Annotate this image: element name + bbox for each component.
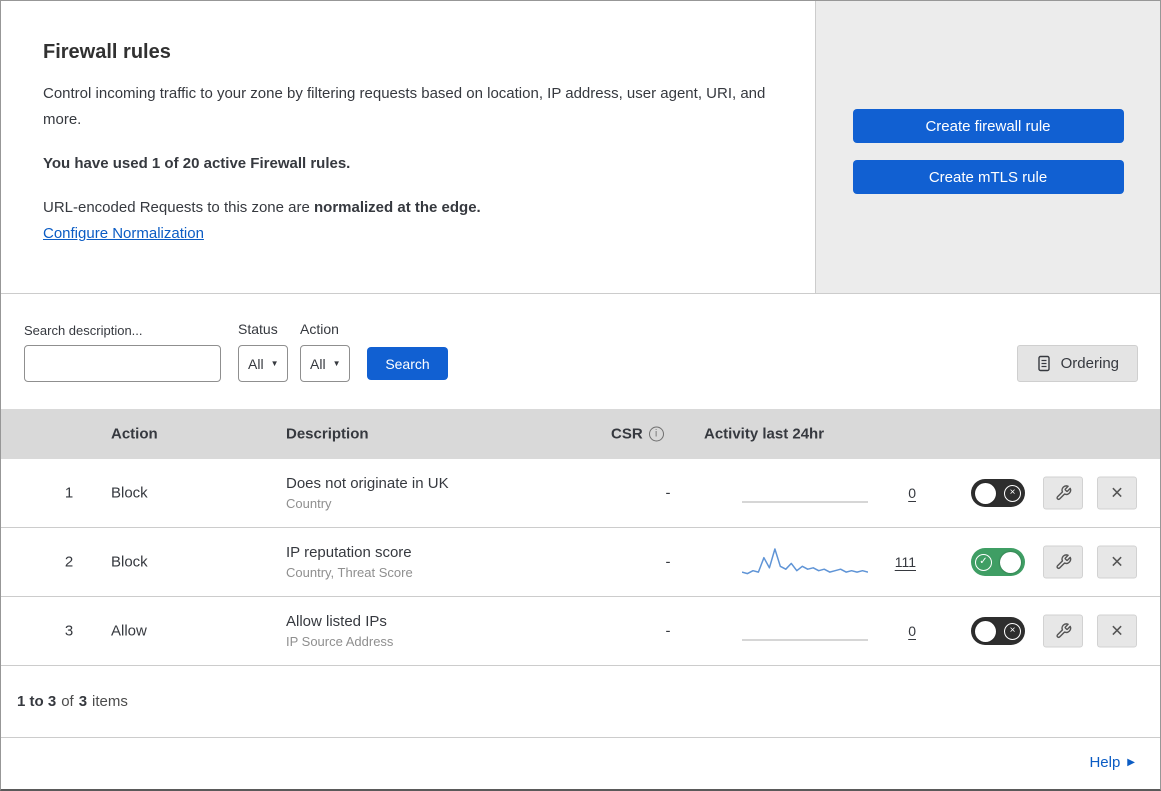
- toggle-knob: [1000, 551, 1021, 573]
- edit-rule-button[interactable]: [1043, 476, 1083, 510]
- close-icon: ×: [1110, 550, 1124, 574]
- rule-csr-value: -: [665, 622, 671, 640]
- ordering-button-label: Ordering: [1060, 355, 1119, 372]
- rule-criteria: Country, Threat Score: [286, 565, 413, 580]
- action-filter-value: All: [310, 355, 326, 372]
- rule-description: Does not originate in UK Country: [286, 475, 449, 511]
- status-filter-label: Status: [238, 321, 278, 337]
- rule-criteria: Country: [286, 496, 332, 511]
- usage-summary: You have used 1 of 20 active Firewall ru…: [43, 155, 351, 172]
- toggle-state-icon: ×: [1004, 484, 1021, 502]
- rule-description-text: Does not originate in UK: [286, 475, 449, 492]
- column-header-action: Action: [111, 425, 158, 443]
- header-text-block: Firewall rules Control incoming traffic …: [1, 1, 815, 293]
- toggle-knob: [975, 482, 996, 504]
- create-mtls-rule-button[interactable]: Create mTLS rule: [852, 160, 1124, 194]
- toggle-state-icon: ✓: [975, 553, 992, 571]
- status-filter-dropdown[interactable]: All ▼: [238, 345, 289, 382]
- table-row: 2 Block IP reputation score Country, Thr…: [1, 528, 1160, 597]
- search-input[interactable]: [43, 354, 228, 373]
- filter-bar: Search description... Status All ▼ Actio…: [1, 294, 1160, 409]
- rule-priority: 3: [64, 622, 74, 640]
- table-row: 3 Allow Allow listed IPs IP Source Addre…: [1, 597, 1160, 666]
- rule-action: Allow: [111, 622, 147, 640]
- help-link-label: Help: [1089, 754, 1121, 771]
- wrench-icon: [1055, 623, 1071, 639]
- page-title: Firewall rules: [43, 41, 171, 63]
- rule-priority: 2: [64, 553, 74, 571]
- normalization-note: URL-encoded Requests to this zone are no…: [43, 199, 775, 216]
- column-header-csr: CSR i: [611, 426, 664, 443]
- rule-description-text: IP reputation score: [286, 544, 412, 561]
- close-icon: ×: [1110, 619, 1124, 643]
- column-header-description: Description: [286, 425, 369, 443]
- search-box[interactable]: [24, 345, 228, 382]
- configure-normalization-link[interactable]: Configure Normalization: [43, 225, 204, 242]
- rule-priority: 1: [64, 484, 74, 502]
- activity-sparkline: [742, 501, 868, 503]
- wrench-icon: [1055, 554, 1071, 570]
- activity-count-link[interactable]: 0: [908, 623, 916, 639]
- rule-criteria: IP Source Address: [286, 634, 394, 649]
- pagination-of-label: of: [61, 693, 74, 710]
- rule-enabled-toggle[interactable]: ×: [971, 617, 1025, 645]
- pagination-range: 1 to 3: [17, 693, 57, 710]
- activity-sparkline: [742, 639, 868, 641]
- rule-enabled-toggle[interactable]: ×: [971, 479, 1025, 507]
- header-actions-panel: Create firewall rule Create mTLS rule: [815, 1, 1160, 293]
- rule-description: IP reputation score Country, Threat Scor…: [286, 544, 413, 580]
- rule-csr-value: -: [665, 484, 671, 502]
- activity-sparkline: [742, 548, 868, 575]
- wrench-icon: [1055, 485, 1071, 501]
- rule-enabled-toggle[interactable]: ✓: [971, 548, 1025, 576]
- edit-rule-button[interactable]: [1043, 545, 1083, 579]
- table-row: 1 Block Does not originate in UK Country…: [1, 459, 1160, 528]
- csr-header-label: CSR: [611, 425, 643, 443]
- chevron-down-icon: ▼: [270, 358, 279, 368]
- toggle-knob: [975, 620, 996, 642]
- delete-rule-button[interactable]: ×: [1097, 476, 1137, 510]
- pagination-items-label: items: [92, 693, 128, 710]
- rule-action: Block: [111, 484, 148, 502]
- help-bar: Help ▶: [1, 738, 1160, 787]
- rule-description-text: Allow listed IPs: [286, 613, 387, 630]
- activity-count-link[interactable]: 111: [895, 554, 916, 570]
- info-icon[interactable]: i: [648, 426, 664, 442]
- rule-activity: 111: [704, 545, 916, 579]
- edit-rule-button[interactable]: [1043, 614, 1083, 648]
- rule-activity: 0: [704, 614, 916, 648]
- rules-table-header: Action Description CSR i Activity last 2…: [1, 409, 1160, 459]
- action-filter-dropdown[interactable]: All ▼: [300, 345, 351, 382]
- rule-csr-value: -: [665, 553, 671, 571]
- help-link[interactable]: Help ▶: [1089, 754, 1135, 771]
- status-filter-value: All: [248, 355, 264, 372]
- search-label: Search description...: [24, 323, 143, 338]
- delete-rule-button[interactable]: ×: [1097, 614, 1137, 648]
- delete-rule-button[interactable]: ×: [1097, 545, 1137, 579]
- normalization-note-bold: normalized at the edge.: [314, 199, 481, 216]
- close-icon: ×: [1110, 481, 1124, 505]
- firewall-rules-page: Firewall rules Control incoming traffic …: [0, 0, 1161, 791]
- page-description: Control incoming traffic to your zone by…: [43, 85, 766, 128]
- ordering-button[interactable]: Ordering: [1016, 345, 1138, 382]
- activity-count-link[interactable]: 0: [908, 485, 916, 501]
- ordering-list-icon: [1037, 355, 1050, 372]
- search-button[interactable]: Search: [367, 347, 448, 380]
- create-firewall-rule-button[interactable]: Create firewall rule: [852, 109, 1124, 143]
- rule-description: Allow listed IPs IP Source Address: [286, 613, 393, 649]
- action-filter-label: Action: [300, 321, 339, 337]
- normalization-note-text: URL-encoded Requests to this zone are: [43, 199, 314, 216]
- arrow-right-icon: ▶: [1127, 757, 1135, 768]
- rule-action: Block: [111, 553, 148, 571]
- chevron-down-icon: ▼: [332, 358, 341, 368]
- column-header-activity: Activity last 24hr: [704, 425, 825, 443]
- rule-activity: 0: [704, 476, 916, 510]
- page-header: Firewall rules Control incoming traffic …: [1, 1, 1160, 294]
- pagination-summary: 1 to 3 of 3 items: [1, 666, 1160, 738]
- toggle-state-icon: ×: [1004, 622, 1021, 640]
- pagination-total: 3: [78, 693, 88, 710]
